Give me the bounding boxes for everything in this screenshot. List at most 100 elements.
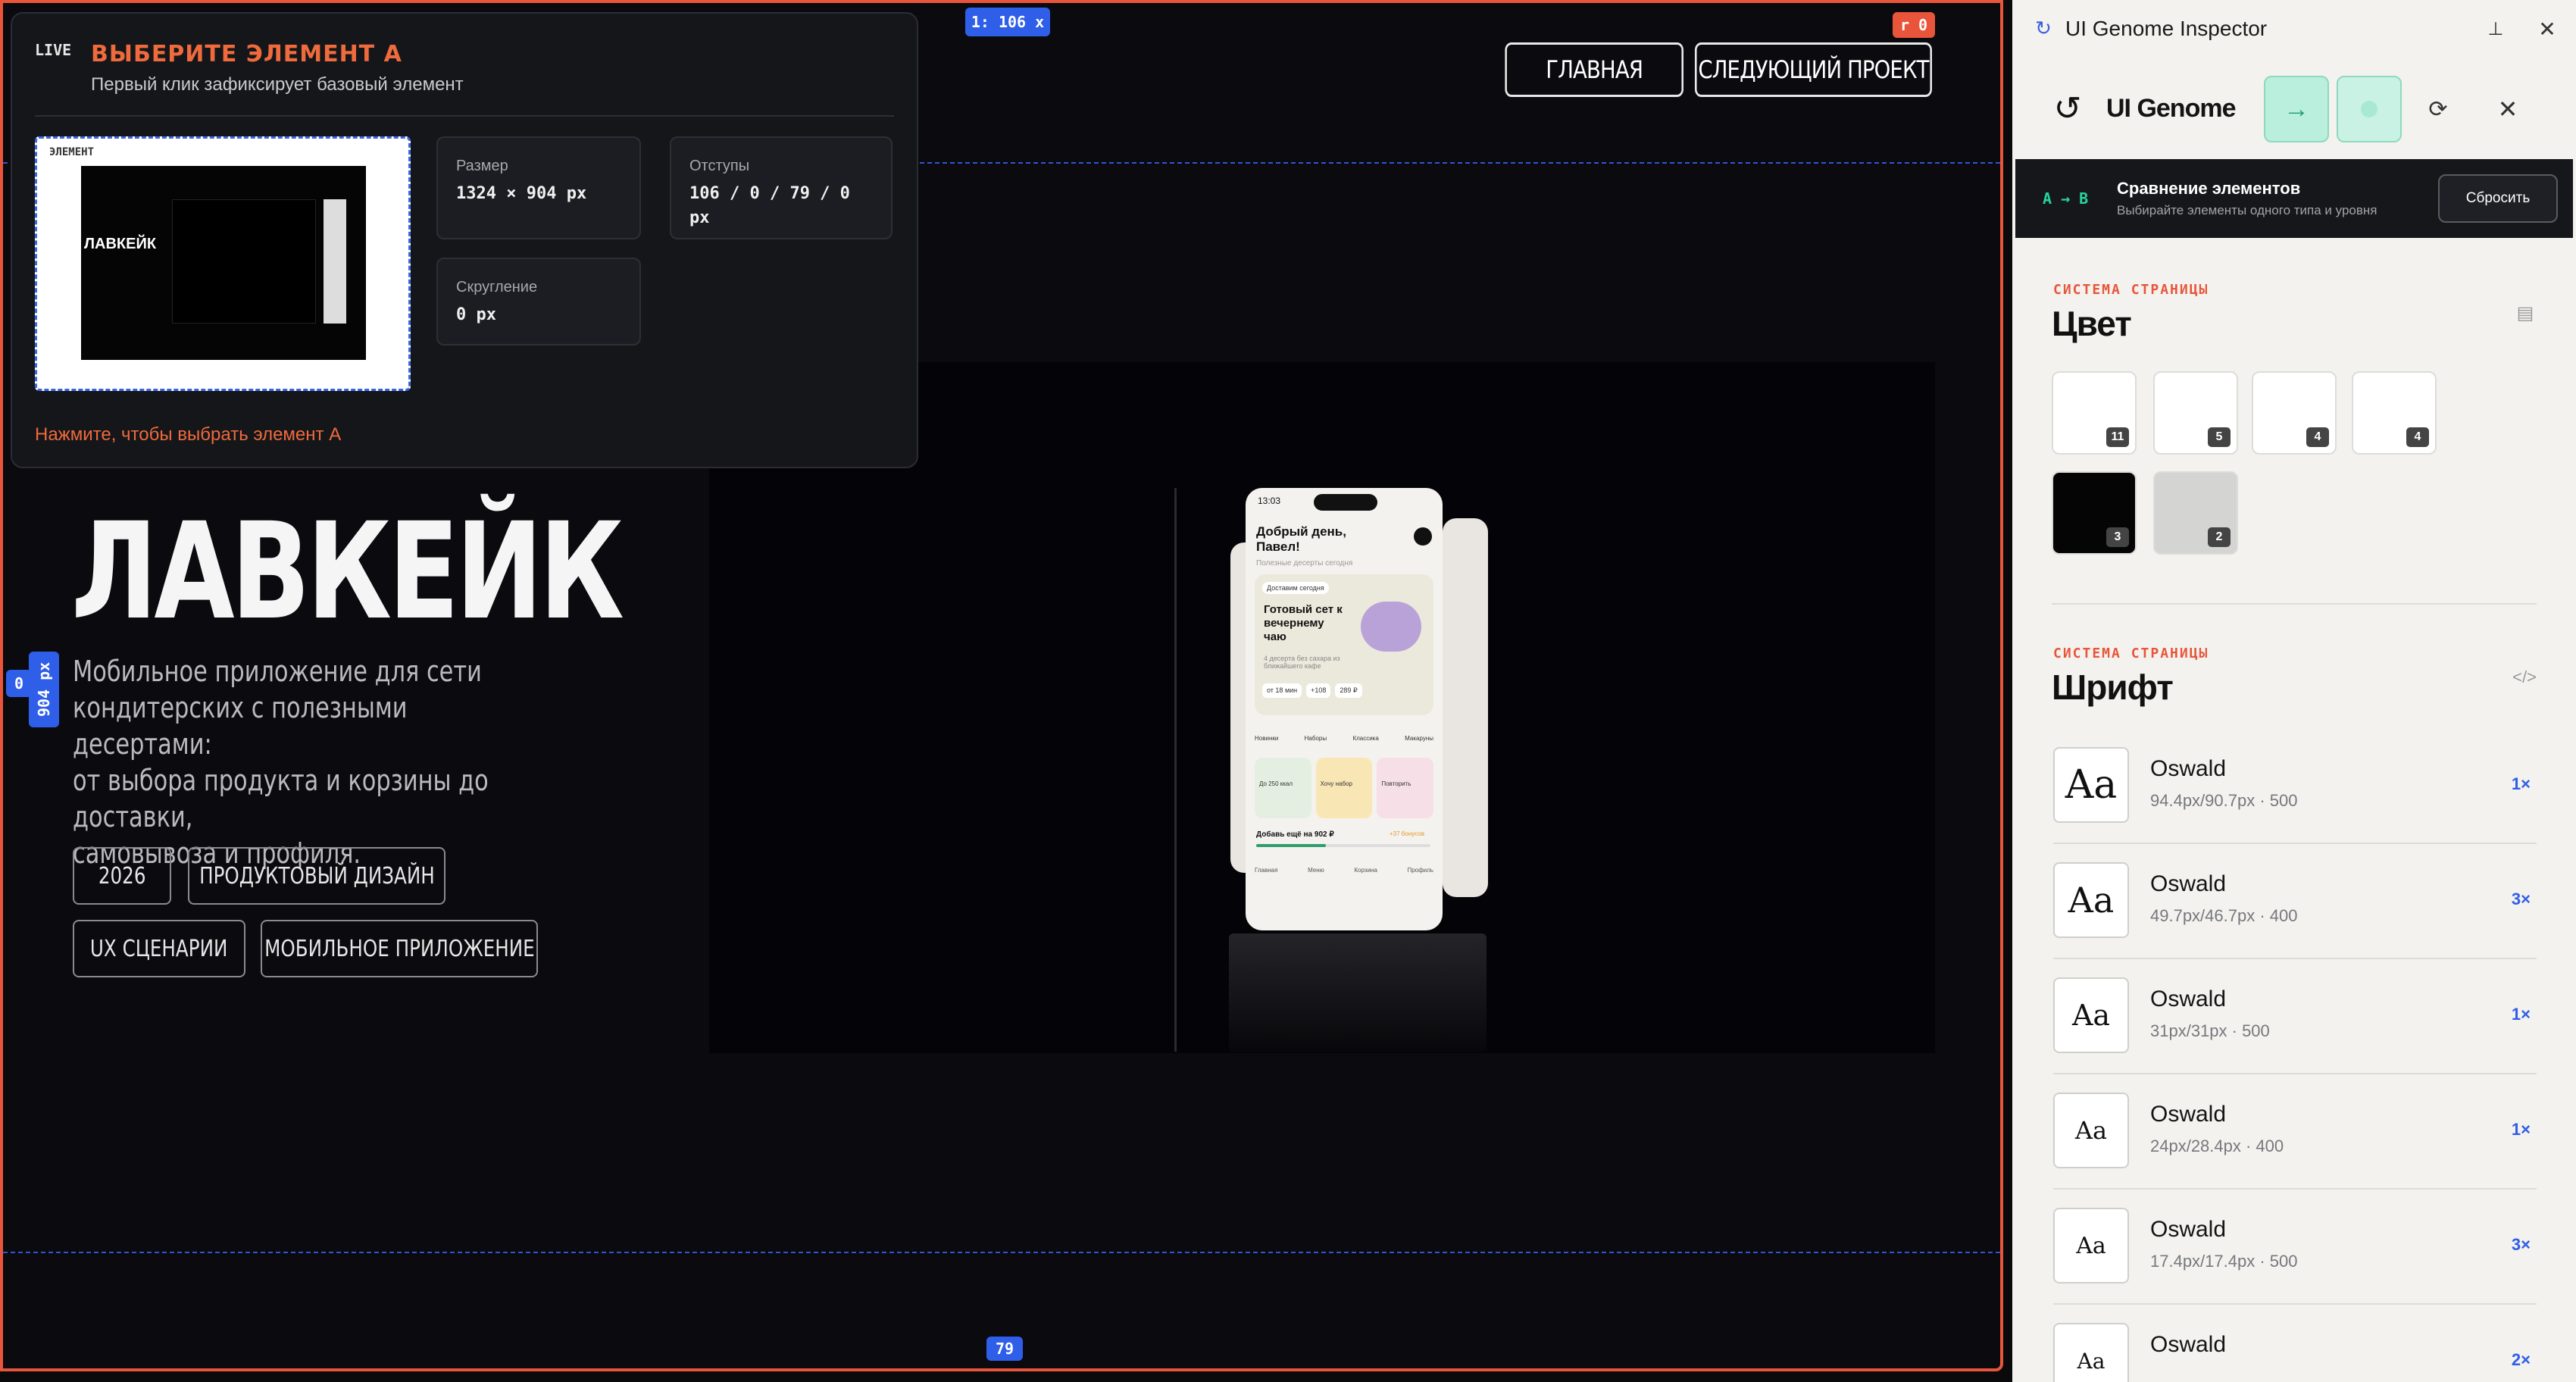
color-swatch[interactable]: 3 <box>2052 471 2137 555</box>
phone-greeting-sub: Полезные десерты сегодня <box>1256 559 1353 567</box>
mode-compare-button[interactable]: → <box>2264 76 2329 142</box>
home-button[interactable]: ГЛАВНАЯ <box>1505 42 1683 97</box>
font-sample: Aa <box>2053 1208 2129 1284</box>
font-usage-count: 2× <box>2511 1350 2531 1369</box>
picker-title: ВЫБЕРИТЕ ЭЛЕМЕНТ А <box>91 41 402 67</box>
picker-hint[interactable]: Нажмите, чтобы выбрать элемент А <box>35 424 341 446</box>
metric-radius-label: Скругление <box>456 279 538 295</box>
font-sample: Aa <box>2053 747 2129 823</box>
brand-logo-icon: ↺ <box>2053 89 2082 127</box>
font-name: Oswald <box>2150 756 2227 781</box>
font-meta: 49.7px/46.7px · 400 <box>2150 906 2298 925</box>
phone-categories: Новинки Наборы Классика Макаруны <box>1255 735 1433 742</box>
dessert-image <box>1361 602 1421 652</box>
phone-tabbar: Главная Меню Корзина Профиль <box>1255 867 1433 874</box>
sync-icon[interactable]: ⟳ <box>2421 92 2455 126</box>
phone-back-screen <box>1443 518 1488 897</box>
close-panel-icon[interactable]: ✕ <box>2534 15 2561 42</box>
refresh-icon: ↻ <box>2035 16 2052 39</box>
font-meta: 17.4px/17.4px · 500 <box>2150 1252 2298 1271</box>
swatch-count-badge: 4 <box>2406 427 2429 447</box>
color-swatch[interactable]: 5 <box>2153 371 2238 455</box>
font-meta: 24px/28.4px · 400 <box>2150 1137 2284 1155</box>
swatch-count-badge: 3 <box>2106 527 2129 547</box>
font-sample: Aa <box>2053 1093 2129 1168</box>
compare-subtitle: Выбирайте элементы одного типа и уровня <box>2117 203 2377 217</box>
mode-pick-button[interactable] <box>2337 76 2402 142</box>
top-offset-badge[interactable]: 1: 106 x <box>965 8 1050 36</box>
swatch-count-badge: 4 <box>2306 427 2329 447</box>
picker-divider <box>35 115 894 117</box>
palette-icon[interactable]: ▤ <box>2512 300 2538 326</box>
font-usage-count: 3× <box>2511 890 2531 908</box>
top-offset-value: 1: 106 <box>971 13 1027 31</box>
font-usage-count: 3× <box>2511 1235 2531 1254</box>
color-swatch[interactable]: 4 <box>2352 371 2437 455</box>
phone-greeting: Добрый день, Павел! <box>1256 524 1346 554</box>
hero-title: ЛАВКЕЙК <box>71 494 624 649</box>
font-row[interactable]: Aa Oswald 94.4px/90.7px · 500 1× <box>2053 729 2537 844</box>
font-row[interactable]: Aa Oswald 31px/31px · 500 1× <box>2053 959 2537 1074</box>
color-swatch[interactable]: 11 <box>2052 371 2137 455</box>
font-row[interactable]: Aa Oswald 2× <box>2053 1305 2537 1382</box>
promo-badge: Доставим сегодня <box>1262 582 1329 594</box>
code-icon[interactable]: </> <box>2511 664 2538 691</box>
font-name: Oswald <box>2150 986 2227 1011</box>
metric-radius: Скругление 0 px <box>436 258 641 346</box>
font-row[interactable]: Aa Oswald 24px/28.4px · 400 1× <box>2053 1074 2537 1190</box>
inspector-panel: ↻ UI Genome Inspector ⊥ ✕ ↺ UI Genome → … <box>2012 0 2576 1382</box>
color-section-title: Цвет <box>2052 304 2132 343</box>
element-thumbnail[interactable]: ЭЛЕМЕНТ ЛАВКЕЙК <box>35 136 411 391</box>
reset-button[interactable]: Сбросить <box>2438 174 2558 223</box>
bottom-offset-badge: 79 <box>986 1337 1023 1361</box>
promo-sub: 4 десерта без сахара из ближайшего кафе <box>1264 655 1340 670</box>
metric-size-value: 1324 × 904 px <box>456 184 587 203</box>
close-icon[interactable]: x <box>1035 13 1044 31</box>
color-eyebrow: СИСТЕМА СТРАНИЦЫ <box>2053 282 2209 298</box>
color-swatch[interactable]: 2 <box>2153 471 2238 555</box>
height-badge: 904 px <box>29 652 59 727</box>
metric-padding: Отступы 106 / 0 / 79 / 0 px <box>670 136 893 239</box>
thumbnail-label: ЭЛЕМЕНТ <box>49 146 95 158</box>
phone-delivery-progress <box>1256 844 1430 847</box>
phone-promo-card: Доставим сегодня Готовый сет к вечернему… <box>1255 574 1433 715</box>
brand-name: UI Genome <box>2106 94 2236 123</box>
tag-ux: UX СЦЕНАРИИ <box>73 920 245 977</box>
font-name: Oswald <box>2150 1217 2227 1242</box>
thumbnail-title: ЛАВКЕЙК <box>84 236 157 252</box>
font-meta: 31px/31px · 500 <box>2150 1021 2270 1040</box>
compare-ab-label: A → B <box>2043 189 2089 208</box>
font-usage-count: 1× <box>2511 1005 2531 1024</box>
font-meta: 94.4px/90.7px · 500 <box>2150 791 2298 810</box>
phone-mockup: 13:03 Добрый день, Павел! Полезные десер… <box>1246 488 1443 930</box>
font-sample: Aa <box>2053 862 2129 938</box>
phone-reflection <box>1229 933 1487 1052</box>
metric-size: Размер 1324 × 904 px <box>436 136 641 239</box>
font-sample: Aa <box>2053 977 2129 1053</box>
phone-notch <box>1314 494 1377 511</box>
promo-title: Готовый сет к вечернему чаю <box>1264 603 1343 643</box>
guide-line-bottom <box>3 1252 2000 1253</box>
tag-product-design: ПРОДУКТОВЫЙ ДИЗАЙН <box>188 847 445 905</box>
phone-delivery: Добавь ещё на 902 ₽ <box>1256 830 1334 839</box>
tag-year: 2026 <box>73 847 171 905</box>
metric-radius-value: 0 px <box>456 305 496 324</box>
swatch-count-badge: 5 <box>2208 427 2231 447</box>
font-name: Oswald <box>2150 1102 2227 1127</box>
font-usage-count: 1× <box>2511 774 2531 793</box>
left-offset-badge: 0 <box>6 670 32 697</box>
phone-location-icon <box>1414 527 1432 546</box>
font-sample: Aa <box>2053 1323 2129 1382</box>
target-icon <box>2361 101 2377 117</box>
swatch-count-badge: 2 <box>2208 527 2231 547</box>
next-project-button[interactable]: СЛЕДУЮЩИЙ ПРОЕКТ <box>1694 42 1932 97</box>
font-row[interactable]: Aa Oswald 17.4px/17.4px · 500 3× <box>2053 1190 2537 1305</box>
thumbnail-showcase <box>172 199 316 324</box>
close-icon[interactable]: ✕ <box>2491 92 2524 126</box>
font-row[interactable]: Aa Oswald 49.7px/46.7px · 400 3× <box>2053 844 2537 959</box>
thumbnail-phone <box>324 199 346 324</box>
phone-cards: До 250 ккал Хочу набор Повторить <box>1255 758 1434 818</box>
font-name: Oswald <box>2150 871 2227 896</box>
pin-icon[interactable]: ⊥ <box>2482 15 2509 42</box>
color-swatch[interactable]: 4 <box>2252 371 2337 455</box>
